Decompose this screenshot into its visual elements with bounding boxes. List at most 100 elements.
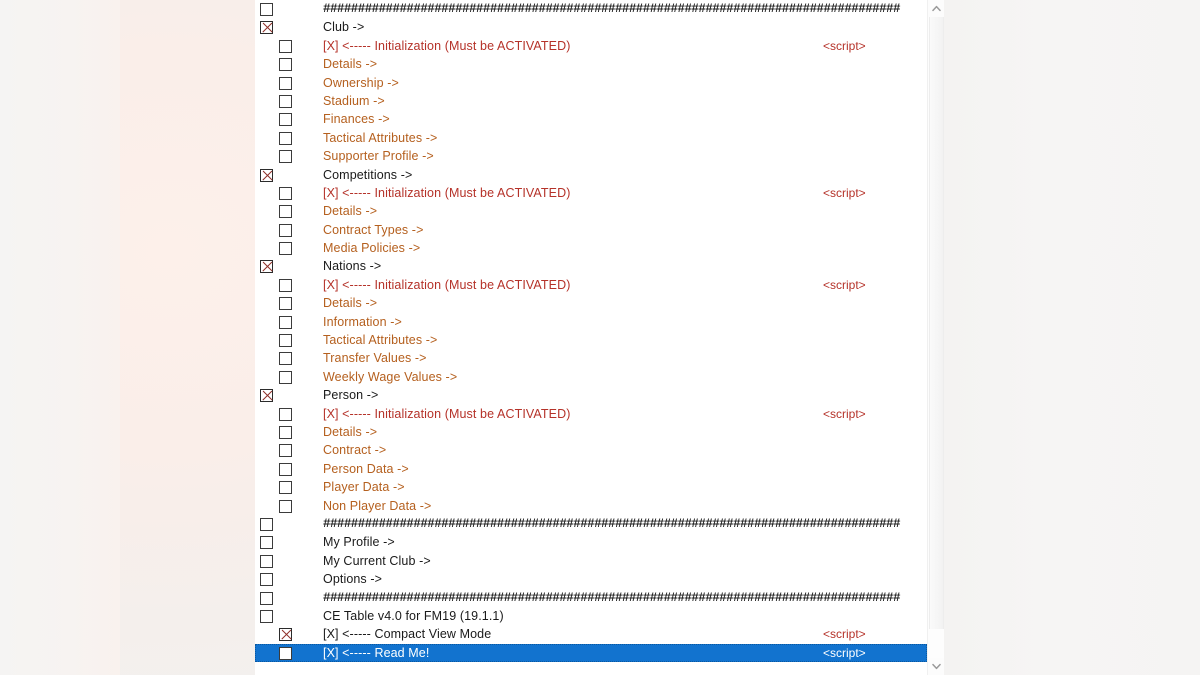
row-checkbox[interactable] — [279, 242, 292, 256]
row-checkbox[interactable] — [260, 517, 273, 531]
row-checkbox[interactable] — [279, 278, 292, 292]
row-checkbox-checked[interactable] — [260, 389, 273, 403]
script-type-label: <script> — [823, 645, 866, 660]
table-row[interactable]: Non Player Data -> — [255, 497, 927, 515]
separator-label: ########################################… — [323, 590, 901, 605]
table-row[interactable]: Contract Types -> — [255, 221, 927, 239]
table-row[interactable]: [X] <----- Initialization (Must be ACTIV… — [255, 276, 927, 294]
row-checkbox[interactable] — [260, 573, 273, 587]
row-checkbox[interactable] — [279, 150, 292, 164]
row-checkbox[interactable] — [279, 370, 292, 384]
row-checkbox-checked[interactable] — [260, 168, 273, 182]
row-label: Tactical Attributes -> — [323, 130, 438, 145]
row-label: Non Player Data -> — [323, 498, 432, 513]
table-row[interactable]: ########################################… — [255, 589, 927, 607]
table-row[interactable]: Club -> — [255, 18, 927, 36]
table-row[interactable]: Supporter Profile -> — [255, 147, 927, 165]
table-row[interactable]: Stadium -> — [255, 92, 927, 110]
row-label: Finances -> — [323, 112, 390, 127]
scrollbar-thumb[interactable] — [929, 17, 944, 629]
table-row-selected[interactable]: [X] <----- Read Me! <script> — [255, 643, 927, 663]
row-checkbox[interactable] — [279, 425, 292, 439]
table-row[interactable]: My Current Club -> — [255, 552, 927, 570]
table-row[interactable]: Finances -> — [255, 110, 927, 128]
script-type-label: <script> — [823, 627, 866, 642]
table-row[interactable]: Tactical Attributes -> — [255, 129, 927, 147]
row-label: Person -> — [323, 388, 379, 403]
row-checkbox[interactable] — [279, 462, 292, 476]
row-checkbox[interactable] — [260, 609, 273, 623]
row-checkbox[interactable] — [279, 94, 292, 108]
table-row[interactable]: Information -> — [255, 313, 927, 331]
desktop-backdrop-right — [944, 0, 1200, 675]
row-checkbox[interactable] — [279, 39, 292, 53]
row-checkbox[interactable] — [279, 58, 292, 72]
row-checkbox[interactable] — [279, 334, 292, 348]
row-checkbox[interactable] — [279, 444, 292, 458]
row-label: Media Policies -> — [323, 241, 421, 256]
row-checkbox[interactable] — [279, 131, 292, 145]
table-row[interactable]: Player Data -> — [255, 478, 927, 496]
table-row[interactable]: Contract -> — [255, 441, 927, 459]
table-row[interactable]: Details -> — [255, 202, 927, 220]
script-type-label: <script> — [823, 277, 866, 292]
scroll-up-arrow-button[interactable] — [928, 0, 944, 17]
table-row[interactable]: Competitions -> — [255, 166, 927, 184]
row-label: Transfer Values -> — [323, 351, 427, 366]
scroll-down-arrow-button[interactable] — [928, 658, 944, 675]
table-row[interactable]: Details -> — [255, 423, 927, 441]
table-row[interactable]: Nations -> — [255, 257, 927, 275]
row-checkbox-checked[interactable] — [260, 21, 273, 35]
table-row[interactable]: ########################################… — [255, 515, 927, 533]
table-row[interactable]: CE Table v4.0 for FM19 (19.1.1) — [255, 607, 927, 625]
table-row[interactable]: My Profile -> — [255, 533, 927, 551]
row-label: Stadium -> — [323, 93, 385, 108]
row-label: Weekly Wage Values -> — [323, 369, 458, 384]
table-row[interactable]: Tactical Attributes -> — [255, 331, 927, 349]
row-checkbox[interactable] — [279, 297, 292, 311]
row-label: Contract Types -> — [323, 222, 424, 237]
table-row[interactable]: Media Policies -> — [255, 239, 927, 257]
table-row[interactable]: Transfer Values -> — [255, 349, 927, 367]
script-type-label: <script> — [823, 185, 866, 200]
row-checkbox[interactable] — [279, 646, 292, 660]
scrollbar-track[interactable] — [928, 17, 944, 658]
row-checkbox[interactable] — [279, 315, 292, 329]
separator-label: ########################################… — [323, 516, 901, 531]
table-row[interactable]: [X] <----- Initialization (Must be ACTIV… — [255, 184, 927, 202]
row-checkbox[interactable] — [279, 113, 292, 127]
table-row[interactable]: Options -> — [255, 570, 927, 588]
row-checkbox[interactable] — [279, 481, 292, 495]
table-row[interactable]: ########################################… — [255, 0, 927, 18]
row-checkbox-checked[interactable] — [260, 260, 273, 274]
screen: ########################################… — [0, 0, 1200, 675]
row-checkbox[interactable] — [279, 499, 292, 513]
row-label: Supporter Profile -> — [323, 149, 434, 164]
row-checkbox[interactable] — [279, 186, 292, 200]
row-checkbox-checked[interactable] — [279, 628, 292, 642]
table-row[interactable]: Person Data -> — [255, 460, 927, 478]
row-label: Player Data -> — [323, 480, 405, 495]
row-checkbox[interactable] — [260, 554, 273, 568]
row-checkbox[interactable] — [279, 205, 292, 219]
table-row[interactable]: [X] <----- Compact View Mode <script> — [255, 625, 927, 643]
row-checkbox[interactable] — [279, 76, 292, 90]
table-row[interactable]: Weekly Wage Values -> — [255, 368, 927, 386]
row-label: Information -> — [323, 314, 402, 329]
row-checkbox[interactable] — [260, 591, 273, 605]
table-row[interactable]: Details -> — [255, 55, 927, 73]
table-row[interactable]: Ownership -> — [255, 74, 927, 92]
row-checkbox[interactable] — [260, 3, 273, 16]
row-label: [X] <----- Read Me! — [323, 645, 430, 660]
row-checkbox[interactable] — [260, 536, 273, 550]
row-checkbox[interactable] — [279, 223, 292, 237]
row-label: Ownership -> — [323, 75, 399, 90]
table-row[interactable]: [X] <----- Initialization (Must be ACTIV… — [255, 405, 927, 423]
row-checkbox[interactable] — [279, 407, 292, 421]
table-row[interactable]: Person -> — [255, 386, 927, 404]
row-checkbox[interactable] — [279, 352, 292, 366]
row-label: Club -> — [323, 20, 365, 35]
tree-vertical-scrollbar[interactable] — [927, 0, 944, 675]
table-row[interactable]: [X] <----- Initialization (Must be ACTIV… — [255, 37, 927, 55]
table-row[interactable]: Details -> — [255, 294, 927, 312]
